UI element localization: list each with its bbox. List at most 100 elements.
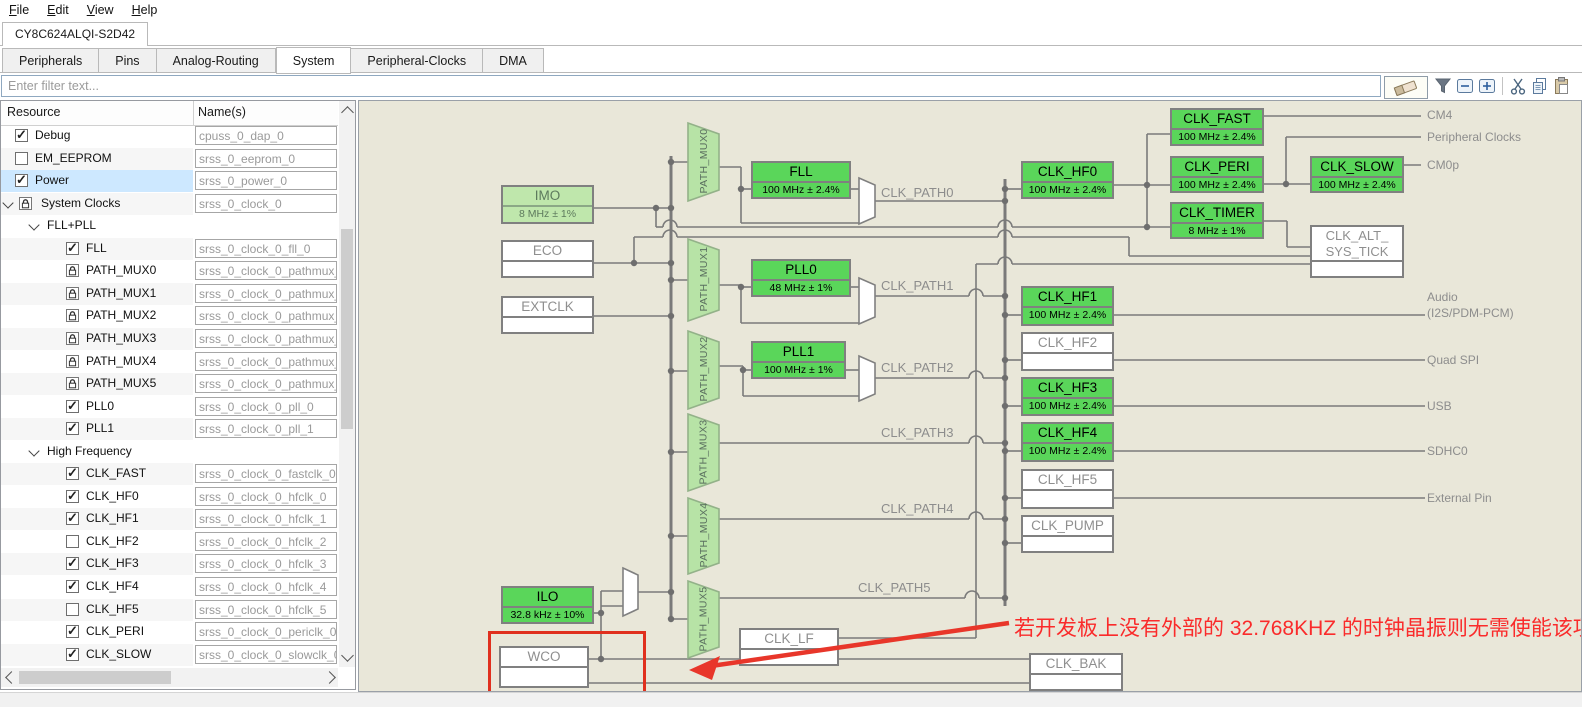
clock-box-extclk[interactable]: EXTCLK	[501, 296, 594, 334]
tree-row-pll0[interactable]: PLL0srss_0_clock_0_pll_0	[1, 396, 338, 418]
name-field-path_mux1[interactable]: srss_0_clock_0_pathmux_1	[195, 284, 337, 303]
clock-box-clk_hf2[interactable]: CLK_HF2	[1021, 332, 1114, 371]
clock-box-clk_slow[interactable]: CLK_SLOW100 MHz ± 2.4%	[1310, 156, 1404, 193]
clock-box-ilo[interactable]: ILO32.8 kHz ± 10%	[501, 586, 594, 624]
name-field-system clocks[interactable]: srss_0_clock_0	[195, 194, 337, 213]
name-field-path_mux3[interactable]: srss_0_clock_0_pathmux_3	[195, 329, 337, 348]
name-field-clk_hf4[interactable]: srss_0_clock_0_hfclk_4	[195, 577, 337, 596]
tree-row-pll1[interactable]: PLL1srss_0_clock_0_pll_1	[1, 418, 338, 440]
name-field-power[interactable]: srss_0_power_0	[195, 171, 337, 190]
tree-row-system_clocks[interactable]: System Clockssrss_0_clock_0	[1, 193, 338, 215]
device-tab[interactable]: CY8C624ALQI-S2D42	[2, 22, 148, 47]
name-field-debug[interactable]: cpuss_0_dap_0	[195, 126, 337, 145]
tab-peripherals[interactable]: Peripherals	[2, 48, 99, 73]
checkbox-pll0[interactable]	[66, 400, 79, 413]
checkbox-clk_slow[interactable]	[66, 648, 79, 661]
menu-view[interactable]: View	[78, 0, 123, 20]
expand-all-icon[interactable]	[1477, 76, 1497, 97]
clock-box-clk_lf[interactable]: CLK_LF	[739, 628, 839, 666]
clock-box-clk_pump[interactable]: CLK_PUMP	[1021, 515, 1114, 553]
name-field-path_mux2[interactable]: srss_0_clock_0_pathmux_2	[195, 306, 337, 325]
clock-box-clk_timer[interactable]: CLK_TIMER8 MHz ± 1%	[1170, 202, 1264, 239]
tree-row-path_mux1[interactable]: PATH_MUX1srss_0_clock_0_pathmux_1	[1, 283, 338, 305]
checkbox-clk_hf3[interactable]	[66, 557, 79, 570]
name-field-pll0[interactable]: srss_0_clock_0_pll_0	[195, 397, 337, 416]
clk-lf-mux-shape[interactable]	[623, 568, 638, 616]
menu-help[interactable]: Help	[123, 0, 167, 20]
name-field-clk_fast[interactable]: srss_0_clock_0_fastclk_0	[195, 464, 337, 483]
checkbox-clk_hf0[interactable]	[66, 490, 79, 503]
tree-row-path_mux4[interactable]: PATH_MUX4srss_0_clock_0_pathmux_4	[1, 351, 338, 373]
name-field-fll[interactable]: srss_0_clock_0_fll_0	[195, 239, 337, 258]
name-field-clk_hf5[interactable]: srss_0_clock_0_hfclk_5	[195, 600, 337, 619]
tree-row-path_mux3[interactable]: PATH_MUX3srss_0_clock_0_pathmux_3	[1, 328, 338, 350]
checkbox-power[interactable]	[15, 174, 28, 187]
name-field-clk_hf0[interactable]: srss_0_clock_0_hfclk_0	[195, 487, 337, 506]
tree-row-high_frequency[interactable]: High Frequency	[1, 441, 338, 463]
clock-box-clk_bak[interactable]: CLK_BAK	[1029, 653, 1123, 691]
tree-row-path_mux2[interactable]: PATH_MUX2srss_0_clock_0_pathmux_2	[1, 305, 338, 327]
paste-icon[interactable]	[1552, 76, 1572, 97]
mux-label-path_mux2[interactable]: PATH_MUX2	[698, 330, 710, 408]
tree-row-path_mux0[interactable]: PATH_MUX0srss_0_clock_0_pathmux_0	[1, 260, 338, 282]
menu-edit[interactable]: Edit	[38, 0, 78, 20]
clock-box-clk_fast[interactable]: CLK_FAST100 MHz ± 2.4%	[1170, 108, 1264, 146]
tree-row-path_mux5[interactable]: PATH_MUX5srss_0_clock_0_pathmux_5	[1, 373, 338, 395]
clock-box-clk_alt_sys_tick[interactable]: CLK_ALT_ SYS_TICK	[1310, 225, 1404, 278]
name-field-em_eeprom[interactable]: srss_0_eeprom_0	[195, 149, 337, 168]
checkbox-clk_hf4[interactable]	[66, 580, 79, 593]
column-header-resource[interactable]: Resource	[7, 105, 61, 119]
tree-row-clk_hf2[interactable]: CLK_HF2srss_0_clock_0_hfclk_2	[1, 531, 338, 553]
name-field-clk_slow[interactable]: srss_0_clock_0_slowclk_0	[195, 645, 337, 664]
clock-box-pll1[interactable]: PLL1100 MHz ± 1%	[751, 341, 846, 379]
scroll-down-icon[interactable]	[341, 649, 354, 662]
tree-row-clk_hf1[interactable]: CLK_HF1srss_0_clock_0_hfclk_1	[1, 508, 338, 530]
filter-input[interactable]	[1, 75, 1381, 97]
checkbox-em_eeprom[interactable]	[15, 152, 28, 165]
scroll-right-icon[interactable]	[323, 671, 336, 684]
mux-label-path_mux5[interactable]: PATH_MUX5	[698, 580, 710, 657]
tree-row-clk_slow[interactable]: CLK_SLOWsrss_0_clock_0_slowclk_0	[1, 644, 338, 666]
mux-label-path_mux3[interactable]: PATH_MUX3	[698, 413, 710, 490]
clock-box-clk_hf1[interactable]: CLK_HF1100 MHz ± 2.4%	[1021, 286, 1114, 326]
tree-row-fll_pll[interactable]: FLL+PLL	[1, 215, 338, 237]
tab-peripheral-clocks[interactable]: Peripheral-Clocks	[351, 48, 483, 73]
copy-icon[interactable]	[1530, 76, 1550, 97]
mux-label-path_mux4[interactable]: PATH_MUX4	[698, 497, 710, 573]
checkbox-clk_hf5[interactable]	[66, 603, 79, 616]
tree-row-clk_hf4[interactable]: CLK_HF4srss_0_clock_0_hfclk_4	[1, 576, 338, 598]
checkbox-clk_hf2[interactable]	[66, 535, 79, 548]
checkbox-debug[interactable]	[15, 129, 28, 142]
clock-box-eco[interactable]: ECO	[501, 240, 594, 278]
horizontal-scrollbar-thumb[interactable]	[19, 671, 171, 684]
tree-row-em_eeprom[interactable]: EM_EEPROMsrss_0_eeprom_0	[1, 148, 338, 170]
menu-file[interactable]: File	[0, 0, 38, 20]
clk-path0-mux-shape[interactable]	[859, 178, 875, 224]
eraser-icon[interactable]	[1384, 76, 1428, 99]
checkbox-clk_peri[interactable]	[66, 625, 79, 638]
scroll-up-icon[interactable]	[341, 106, 354, 119]
tree-row-power[interactable]: Powersrss_0_power_0	[1, 170, 338, 192]
clock-box-clk_hf0[interactable]: CLK_HF0100 MHz ± 2.4%	[1021, 161, 1114, 199]
checkbox-pll1[interactable]	[66, 422, 79, 435]
name-field-path_mux5[interactable]: srss_0_clock_0_pathmux_5	[195, 374, 337, 393]
clock-box-clk_hf4[interactable]: CLK_HF4100 MHz ± 2.4%	[1021, 422, 1114, 462]
checkbox-clk_hf1[interactable]	[66, 512, 79, 525]
scroll-left-icon[interactable]	[5, 671, 18, 684]
clock-box-clk_hf3[interactable]: CLK_HF3100 MHz ± 2.4%	[1021, 377, 1114, 416]
tab-dma[interactable]: DMA	[483, 48, 544, 73]
name-field-path_mux4[interactable]: srss_0_clock_0_pathmux_4	[195, 352, 337, 371]
name-field-clk_peri[interactable]: srss_0_clock_0_periclk_0	[195, 622, 337, 641]
tree-row-clk_fast[interactable]: CLK_FASTsrss_0_clock_0_fastclk_0	[1, 463, 338, 485]
tab-analog-routing[interactable]: Analog-Routing	[157, 48, 276, 73]
clock-box-clk_hf5[interactable]: CLK_HF5	[1021, 469, 1114, 509]
filter-icon[interactable]	[1433, 76, 1453, 97]
vertical-scrollbar-thumb[interactable]	[341, 229, 353, 429]
horizontal-scrollbar[interactable]	[1, 668, 338, 687]
name-field-path_mux0[interactable]: srss_0_clock_0_pathmux_0	[195, 261, 337, 280]
checkbox-fll[interactable]	[66, 242, 79, 255]
tree-row-clk_hf5[interactable]: CLK_HF5srss_0_clock_0_hfclk_5	[1, 599, 338, 621]
vertical-scrollbar[interactable]	[339, 101, 355, 667]
clock-box-pll0[interactable]: PLL048 MHz ± 1%	[751, 259, 851, 297]
cut-icon[interactable]	[1508, 76, 1528, 97]
